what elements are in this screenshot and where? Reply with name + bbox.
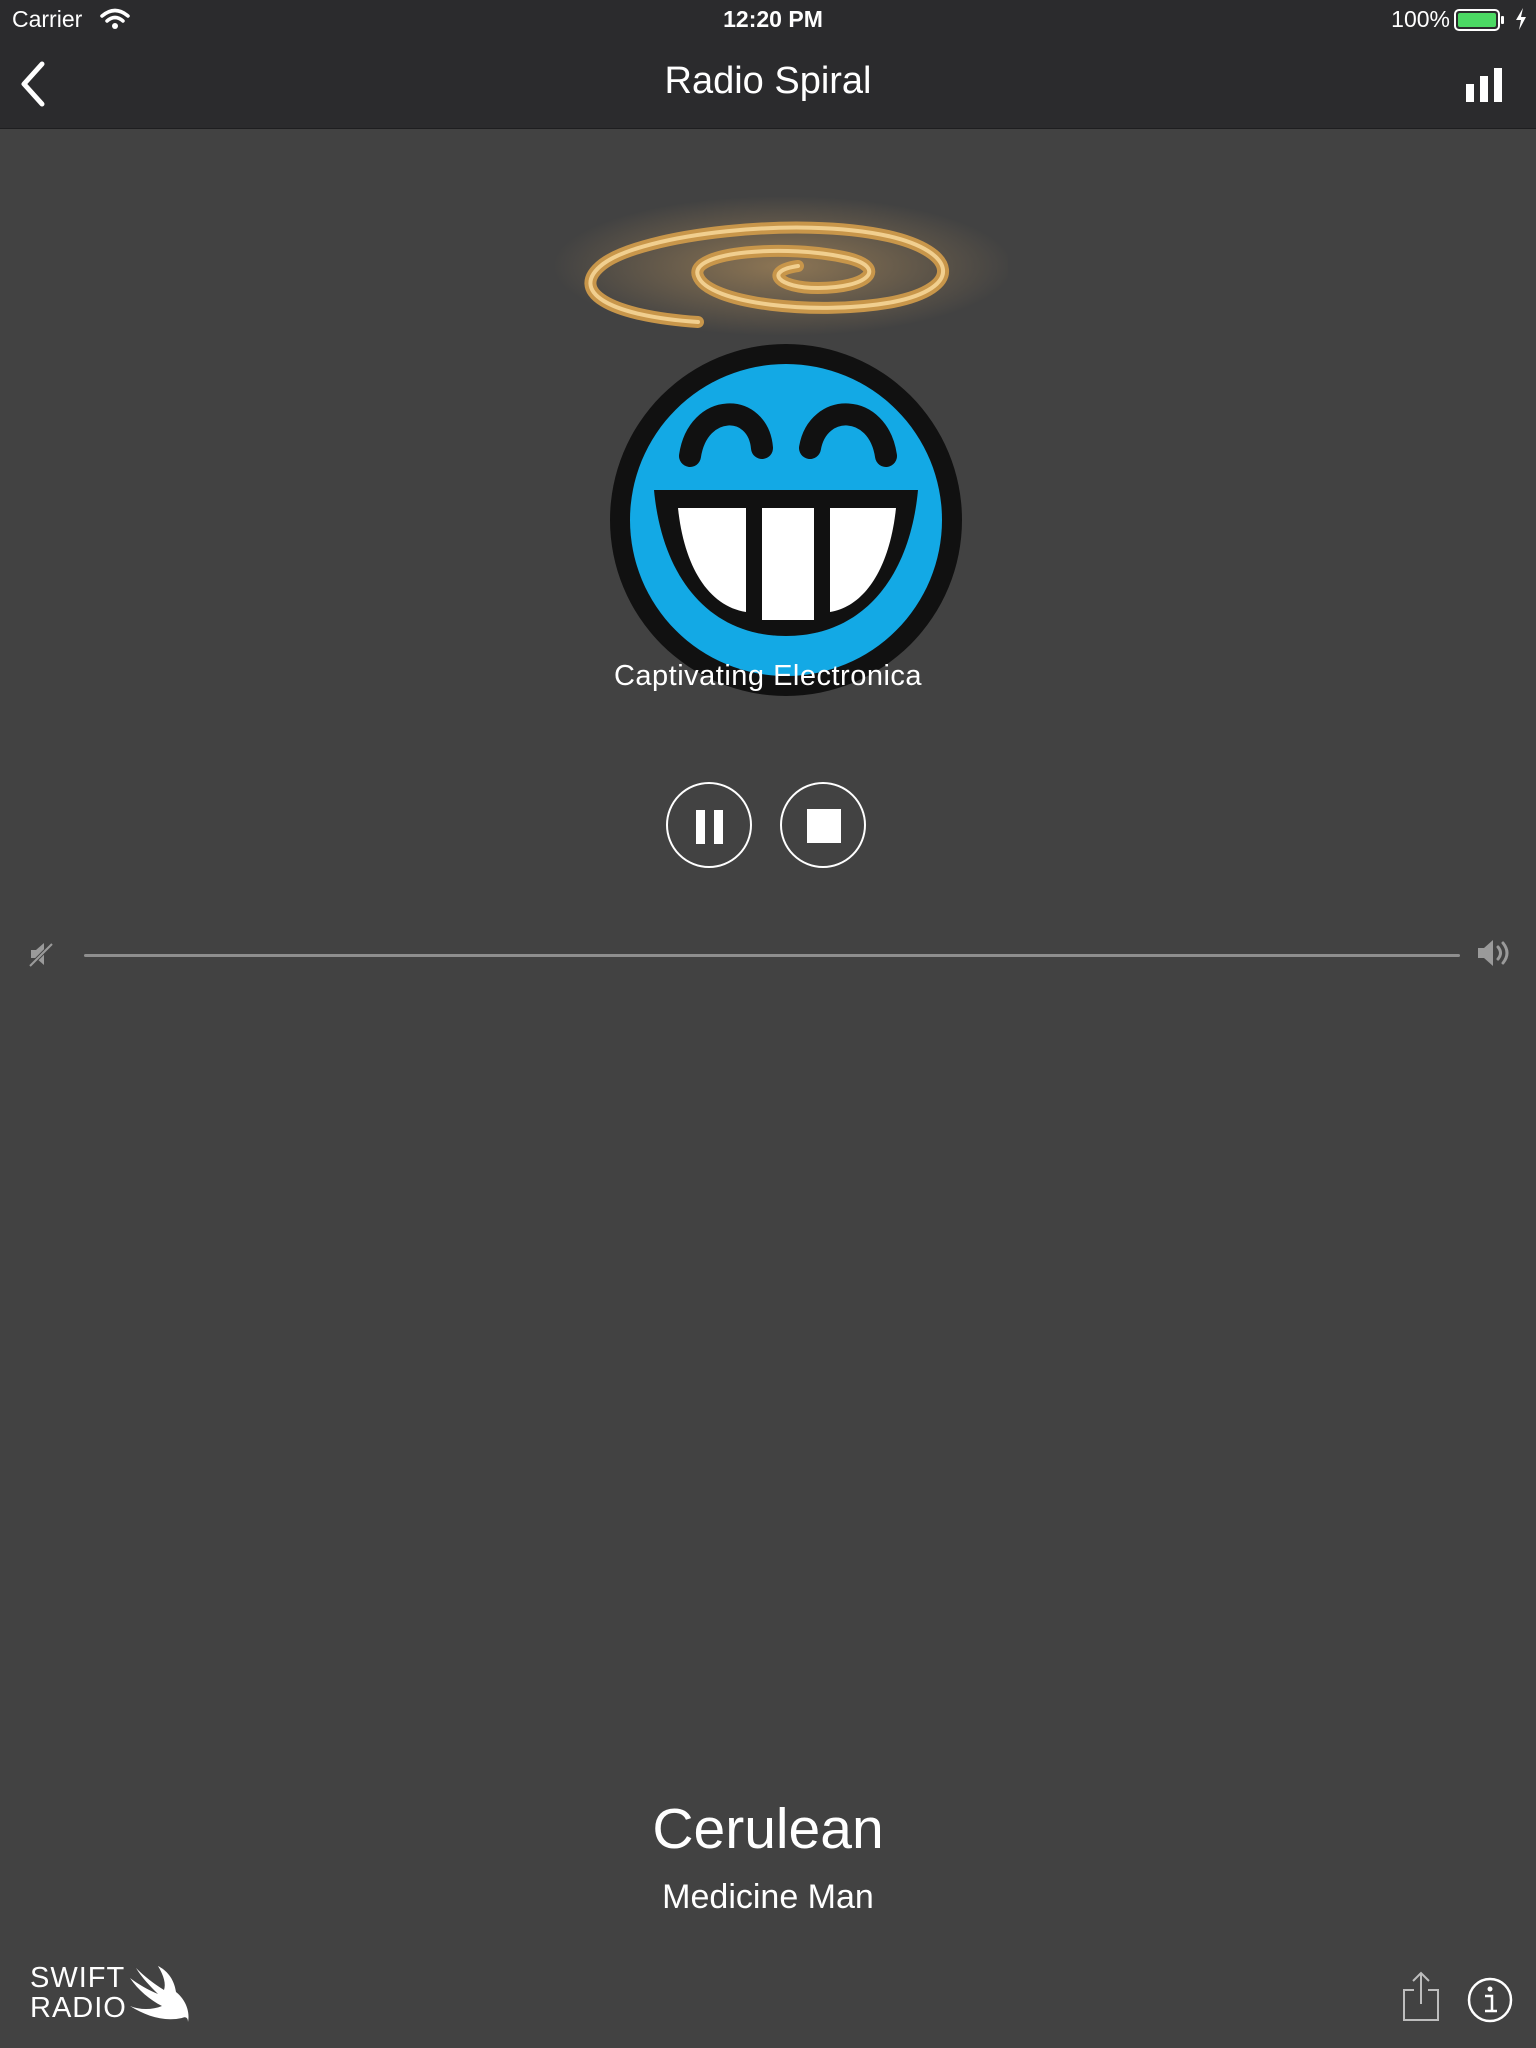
swift-radio-logo[interactable]: SWIFT RADIO bbox=[30, 1964, 200, 2028]
now-playing-button[interactable] bbox=[1460, 62, 1510, 106]
artist-name: Medicine Man bbox=[662, 1878, 874, 1916]
logo-text-line2: RADIO bbox=[30, 1992, 127, 2024]
volume-slider[interactable] bbox=[84, 944, 1460, 968]
stop-button[interactable] bbox=[780, 782, 866, 868]
volume-track bbox=[84, 954, 1460, 957]
swift-bird-icon bbox=[130, 1966, 189, 2022]
stop-icon bbox=[807, 809, 841, 843]
spiral-halo bbox=[553, 196, 1008, 336]
battery-percent: 100% bbox=[1391, 6, 1450, 32]
station-description: Captivating Electronica bbox=[613, 660, 923, 692]
logo-text-line1: SWIFT bbox=[30, 1962, 126, 1994]
nav-title: Radio Spiral bbox=[664, 60, 872, 102]
pause-button[interactable] bbox=[666, 782, 752, 868]
share-icon bbox=[1403, 1971, 1439, 2021]
info-icon bbox=[1467, 1977, 1513, 2023]
navigation-bar: Radio Spiral bbox=[0, 40, 1536, 129]
share-button[interactable] bbox=[1398, 1970, 1444, 2024]
clock: 12:20 PM bbox=[723, 6, 823, 32]
volume-max-icon bbox=[1478, 940, 1509, 966]
charging-bolt-icon bbox=[1516, 8, 1526, 30]
volume-min-icon bbox=[28, 942, 54, 968]
info-button[interactable] bbox=[1466, 1976, 1514, 2024]
now-playing-bars-icon bbox=[1466, 68, 1502, 102]
battery-icon bbox=[1454, 9, 1504, 31]
status-bar: Carrier 12:20 PM 100% bbox=[0, 0, 1536, 40]
station-artwork bbox=[553, 196, 1008, 696]
song-title: Cerulean bbox=[652, 1797, 884, 1861]
grinning-face bbox=[610, 344, 962, 696]
